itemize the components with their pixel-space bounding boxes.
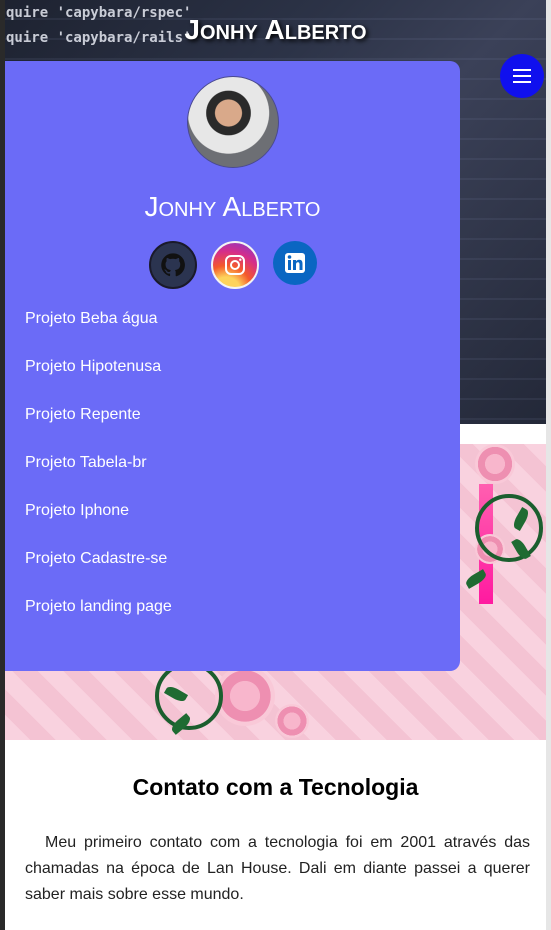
sidebar-item-hipotenusa[interactable]: Projeto Hipotenusa [25,347,172,395]
github-icon[interactable] [148,241,197,289]
flower [275,704,309,738]
sidebar-item-cadastre-se[interactable]: Projeto Cadastre-se [25,539,172,587]
sidebar-name: Jonhy Alberto [144,191,321,222]
menu-toggle-button[interactable] [500,54,544,98]
avatar [187,76,279,168]
project-links: Projeto Beba água Projeto Hipotenusa Pro… [25,299,172,635]
sidebar-item-beba-agua[interactable]: Projeto Beba água [25,299,172,347]
social-links [5,241,460,289]
sidebar-item-tabela-br[interactable]: Projeto Tabela-br [25,443,172,491]
vine [475,494,543,562]
sidebar-menu: Jonhy Alberto Projeto Beba água Projeto [5,61,460,671]
flower [475,444,515,484]
instagram-icon[interactable] [210,241,259,289]
scrollbar[interactable] [546,0,551,930]
section-heading: Contato com a Tecnologia [132,774,419,800]
site-title: Jonhy Alberto [184,14,367,45]
section-paragraph: Meu primeiro contato com a tecnologia fo… [25,834,530,903]
sidebar-item-repente[interactable]: Projeto Repente [25,395,172,443]
linkedin-icon[interactable] [272,241,317,285]
flower [215,666,275,726]
hamburger-menu-icon [513,67,531,85]
sidebar-item-iphone[interactable]: Projeto Iphone [25,491,172,539]
sidebar-item-landing-page[interactable]: Projeto landing page [25,587,172,635]
